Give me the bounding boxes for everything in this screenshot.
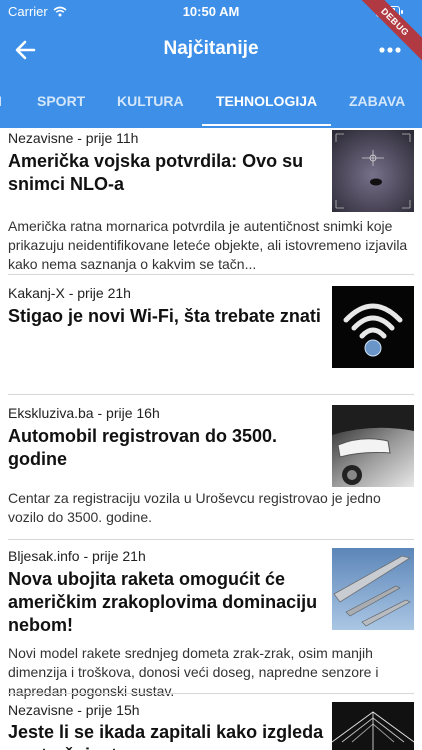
category-tabs: I SPORT KULTURA TEHNOLOGIJA ZABAVA: [0, 78, 422, 126]
wifi-image: [332, 286, 414, 368]
missile-image: [332, 548, 414, 630]
news-item[interactable]: Bljesak.info - prije 21h Nova ubojita ra…: [0, 540, 422, 699]
car-image: [332, 405, 414, 487]
article-headline: Stigao je novi Wi-Fi, šta trebate znati: [8, 306, 321, 326]
article-source: Kakanj-X - prije 21h: [8, 285, 131, 301]
tab-zabava[interactable]: ZABAVA: [349, 78, 405, 126]
article-headline: Automobil registrovan do 3500. godine: [8, 426, 278, 469]
tech-interior-thumbnail: [332, 702, 414, 750]
article-headline: Američka vojska potvrdila: Ovo su snimci…: [8, 151, 304, 194]
news-item[interactable]: Nezavisne - prije 15h Jeste li se ikada …: [0, 694, 422, 750]
page-title: Najčitanije: [163, 38, 259, 59]
tech-interior-image: [332, 702, 414, 750]
news-item[interactable]: Kakanj-X - prije 21h Stigao je novi Wi-F…: [0, 275, 422, 395]
article-source: Nezavisne - prije 11h: [8, 130, 139, 146]
status-bar: Carrier 10:50 AM: [0, 0, 422, 22]
article-source: Ekskluziva.ba - prije 16h: [8, 405, 160, 421]
article-source: Bljesak.info - prije 21h: [8, 548, 146, 564]
more-button[interactable]: [374, 36, 406, 64]
article-source: Nezavisne - prije 15h: [8, 702, 140, 718]
article-description: Američka ratna mornarica potvrdila je au…: [8, 218, 408, 272]
tab-partial[interactable]: I: [0, 78, 2, 126]
tab-kultura[interactable]: KULTURA: [117, 78, 184, 126]
ufo-footage-thumbnail: [332, 130, 414, 212]
news-feed: Nezavisne - prije 11h Američka vojska po…: [0, 128, 422, 750]
toolbar: Najčitanije: [0, 22, 422, 78]
car-headlight-thumbnail: [332, 405, 414, 487]
tab-tehnologija[interactable]: TEHNOLOGIJA: [201, 78, 332, 126]
wifi-logo-thumbnail: [332, 286, 414, 368]
app-bar: Carrier 10:50 AM DEBUG Najčitanije SPORT…: [0, 0, 422, 128]
ufo-image: [332, 130, 414, 212]
more-horizontal-icon: [379, 47, 401, 53]
news-item[interactable]: Nezavisne - prije 11h Američka vojska po…: [0, 128, 422, 275]
tab-sport[interactable]: SPORT: [37, 78, 85, 126]
status-time: 10:50 AM: [182, 4, 240, 19]
article-headline: Nova ubojita raketa omogućit će američki…: [8, 569, 318, 635]
article-description: Centar za registraciju vozila u Uroševcu…: [8, 490, 381, 525]
missile-thumbnail: [332, 548, 414, 630]
article-headline: Jeste li se ikada zapitali kako izgleda …: [8, 722, 324, 750]
news-item[interactable]: Ekskluziva.ba - prije 16h Automobil regi…: [0, 395, 422, 540]
